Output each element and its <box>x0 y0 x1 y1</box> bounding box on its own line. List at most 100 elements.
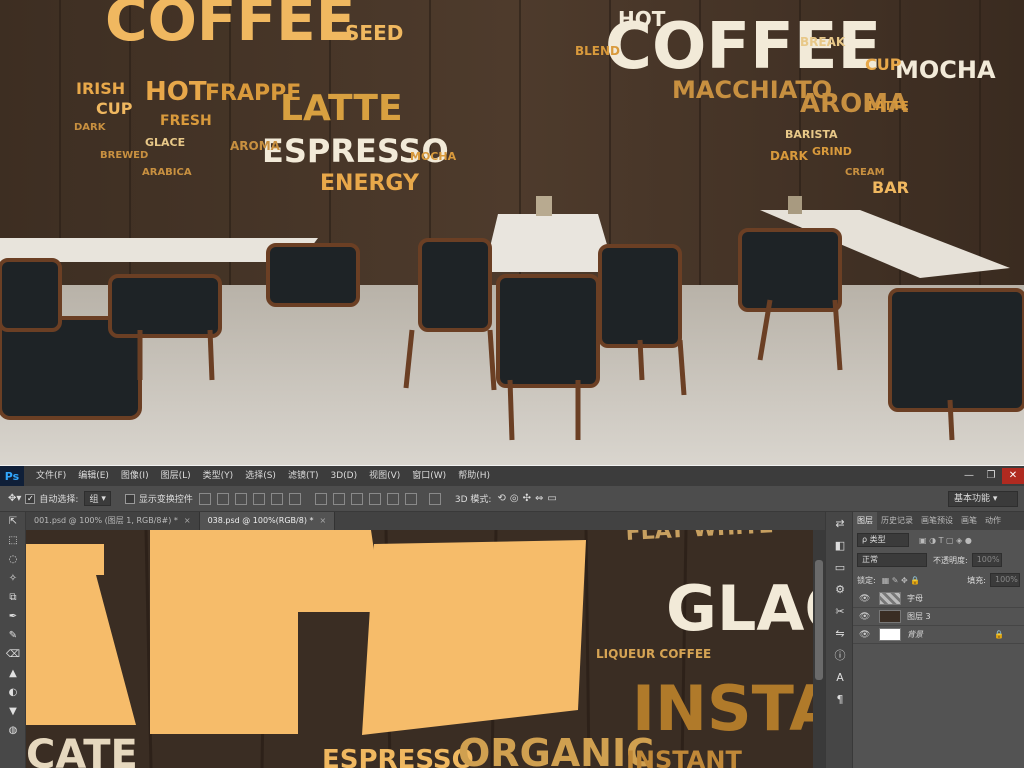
layers-panel: 图层 历史记录 画笔预设 画笔 动作 ρ 类型 ▣ ◑ T ▢ ◈ ● 正常 不… <box>853 512 1024 768</box>
workspace-dropdown[interactable]: 基本功能 ▾ <box>948 491 1018 507</box>
align-left-icon[interactable] <box>252 492 265 505</box>
close-button[interactable]: ✕ <box>1002 468 1024 484</box>
align-vcenter-icon[interactable] <box>216 492 229 505</box>
canvas-artwork: FLAT WHITE GLAC LIQUEUR COFFEE INSTAI ES… <box>26 530 813 768</box>
crop-tool[interactable]: ⧉ <box>0 588 26 607</box>
tab-close-icon[interactable]: × <box>184 512 191 530</box>
blur-tool[interactable]: ◍ <box>0 721 26 740</box>
lock-icon: 🔒 <box>994 630 1004 639</box>
tools-icon[interactable]: ✂ <box>826 600 854 622</box>
roll-3d-icon[interactable]: ◎ <box>510 493 519 504</box>
distribute-bottom-icon[interactable] <box>350 492 363 505</box>
lock-icons[interactable]: ▦ ✎ ✥ 🔒 <box>882 576 921 585</box>
show-transform-checkbox[interactable] <box>124 493 135 504</box>
tab-history[interactable]: 历史记录 <box>877 512 917 530</box>
auto-align-icon[interactable] <box>428 492 441 505</box>
layer-filter-row: ρ 类型 ▣ ◑ T ▢ ◈ ● <box>853 530 1024 550</box>
canvas-word: ORGANIC <box>458 731 654 768</box>
move-tool-icon[interactable]: ✥▾ <box>8 493 21 504</box>
tab-038-psd[interactable]: 038.psd @ 100%(RGB/8) * × <box>199 512 336 530</box>
properties-icon[interactable]: ⚙ <box>826 578 854 600</box>
color-icon[interactable]: ◧ <box>826 534 854 556</box>
marquee-tool[interactable]: ⬚ <box>0 531 26 550</box>
fill-input[interactable]: 100% <box>990 573 1020 587</box>
swatches-icon[interactable]: ▭ <box>826 556 854 578</box>
drag-3d-icon[interactable]: ✣ <box>523 493 531 504</box>
align-top-icon[interactable] <box>198 492 211 505</box>
character-icon[interactable]: A <box>826 666 854 688</box>
tab-layers[interactable]: 图层 <box>853 512 877 530</box>
eyedropper-tool[interactable]: ✒ <box>0 607 26 626</box>
fill-label: 填充: <box>967 575 986 585</box>
menu-help[interactable]: 帮助(H) <box>452 466 496 486</box>
align-hcenter-icon[interactable] <box>270 492 283 505</box>
distribute-hcenter-icon[interactable] <box>386 492 399 505</box>
napkin-holder <box>788 196 802 214</box>
blend-mode-dropdown[interactable]: 正常 <box>857 553 927 567</box>
paragraph-icon[interactable]: ¶ <box>826 688 854 710</box>
tab-actions[interactable]: 动作 <box>981 512 1005 530</box>
stamp-tool[interactable]: ▲ <box>0 664 26 683</box>
vertical-scrollbar[interactable] <box>813 530 825 768</box>
align-right-icon[interactable] <box>288 492 301 505</box>
menu-window[interactable]: 窗口(W) <box>406 466 452 486</box>
lock-label: 锁定: <box>857 575 876 585</box>
history-icon[interactable]: ⇄ <box>826 512 854 534</box>
menu-layer[interactable]: 图层(L) <box>155 466 197 486</box>
layer-thumbnail <box>879 610 901 623</box>
magic-wand-tool[interactable]: ✧ <box>0 569 26 588</box>
menu-image[interactable]: 图像(I) <box>115 466 155 486</box>
visibility-eye-icon[interactable]: 👁 <box>859 594 873 604</box>
adjust-icon[interactable]: ⇋ <box>826 622 854 644</box>
menu-type[interactable]: 类型(Y) <box>197 466 240 486</box>
menu-3d[interactable]: 3D(D) <box>324 466 363 486</box>
menu-view[interactable]: 视图(V) <box>363 466 406 486</box>
scrollbar-thumb[interactable] <box>815 560 823 680</box>
layer-row[interactable]: 👁 背景 🔒 <box>853 626 1024 644</box>
eraser-tool[interactable]: ⌫ <box>0 645 26 664</box>
slide-3d-icon[interactable]: ⇔ <box>535 493 543 504</box>
cafe-scene: COFFEE HOT FRAPPE LATTE ESPRESSO ENERGY … <box>0 0 1024 465</box>
menu-file[interactable]: 文件(F) <box>30 466 72 486</box>
wall-word: LATTE <box>868 99 909 113</box>
layer-kind-filter[interactable]: ρ 类型 <box>857 533 909 547</box>
info-icon[interactable]: ⓘ <box>826 644 854 666</box>
menu-filter[interactable]: 滤镜(T) <box>282 466 325 486</box>
gradient-tool[interactable]: ▼ <box>0 702 26 721</box>
distribute-right-icon[interactable] <box>404 492 417 505</box>
cafe-photo: COFFEE HOT FRAPPE LATTE ESPRESSO ENERGY … <box>0 0 1024 465</box>
minimize-button[interactable]: — <box>958 468 980 484</box>
canvas-word: LIQUEUR COFFEE <box>596 647 711 661</box>
scale-3d-icon[interactable]: ▭ <box>547 493 556 504</box>
tab-label: 038.psd @ 100%(RGB/8) * <box>207 516 314 525</box>
layer-row[interactable]: 👁 字母 <box>853 590 1024 608</box>
auto-select-dropdown[interactable]: 组 ▾ <box>84 491 111 506</box>
dodge-tool[interactable]: ◐ <box>0 683 26 702</box>
distribute-left-icon[interactable] <box>368 492 381 505</box>
tab-brush[interactable]: 画笔 <box>957 512 981 530</box>
menu-bar: Ps 文件(F) 编辑(E) 图像(I) 图层(L) 类型(Y) 选择(S) 滤… <box>0 466 1024 486</box>
rotate-3d-icon[interactable]: ⟲ <box>497 493 505 504</box>
wall-word: MOCHA <box>895 56 996 84</box>
menu-edit[interactable]: 编辑(E) <box>72 466 115 486</box>
layer-row[interactable]: 👁 图层 3 <box>853 608 1024 626</box>
filter-icons[interactable]: ▣ ◑ T ▢ ◈ ● <box>919 536 972 545</box>
tab-brush-presets[interactable]: 画笔预设 <box>917 512 957 530</box>
lasso-tool[interactable]: ◌ <box>0 550 26 569</box>
distribute-top-icon[interactable] <box>314 492 327 505</box>
visibility-eye-icon[interactable]: 👁 <box>859 612 873 622</box>
visibility-eye-icon[interactable]: 👁 <box>859 630 873 640</box>
tab-close-icon[interactable]: × <box>320 512 327 530</box>
auto-select-checkbox[interactable]: ✓ <box>25 493 36 504</box>
distribute-vcenter-icon[interactable] <box>332 492 345 505</box>
opacity-input[interactable]: 100% <box>971 553 1002 567</box>
restore-button[interactable]: ❐ <box>980 468 1002 484</box>
wall-word: SEED <box>345 21 403 45</box>
canvas[interactable]: FLAT WHITE GLAC LIQUEUR COFFEE INSTAI ES… <box>26 530 813 768</box>
menu-select[interactable]: 选择(S) <box>239 466 282 486</box>
brush-tool[interactable]: ✎ <box>0 626 26 645</box>
align-bottom-icon[interactable] <box>234 492 247 505</box>
wall-word: CUP <box>96 99 133 118</box>
move-tool[interactable]: ⇱ <box>0 512 26 531</box>
tab-001-psd[interactable]: 001.psd @ 100% (图层 1, RGB/8#) * × <box>26 512 200 530</box>
